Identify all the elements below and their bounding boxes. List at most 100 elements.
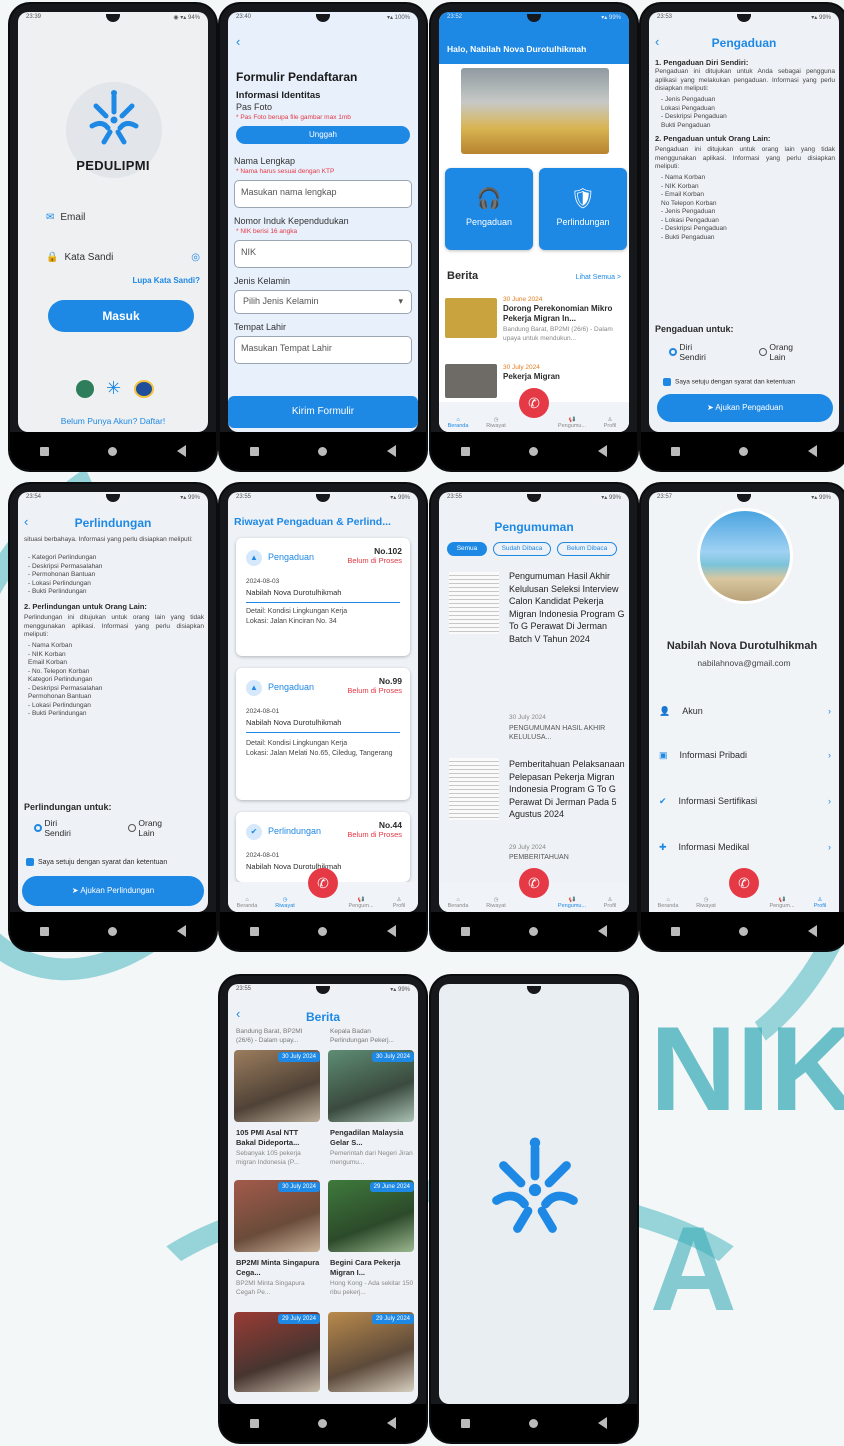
radio-other[interactable]: Orang Lain (759, 342, 829, 362)
emergency-call-button[interactable]: ✆ (308, 868, 338, 898)
nav-home[interactable]: ⌂ Beranda (653, 897, 683, 909)
mail-icon: ✉ (46, 212, 55, 223)
list-item[interactable]: Pengumuman Hasil Akhir Kelulusan Seleksi… (445, 564, 625, 744)
tab-all[interactable]: Semua (447, 542, 487, 556)
nav-profile[interactable]: ♙ Profil (595, 897, 625, 909)
status-badge: Belum di Proses (347, 686, 402, 695)
menu-medical[interactable]: ✚ Informasi Medikal › (659, 842, 833, 862)
login-button[interactable]: Masuk (48, 300, 194, 332)
news-card[interactable]: 30 July 2024 BP2MI Minta Singapura Cega.… (234, 1180, 320, 1304)
name-label: Nama Lengkap (234, 156, 296, 166)
radio-self[interactable]: Diri Sendiri (669, 342, 739, 362)
phone-icon: ✆ (317, 875, 329, 891)
nav-announcement[interactable]: 📢 Pengumu... (557, 417, 587, 429)
birthplace-input[interactable]: Masukan Tempat Lahir (234, 336, 412, 364)
for-label: Pengaduan untuk: (655, 324, 734, 334)
news-item[interactable]: 30 June 2024 Dorong Perekonomian Mikro P… (445, 292, 625, 354)
history-card[interactable]: ▲ Pengaduan No.99 Belum di Proses 2024-0… (236, 668, 410, 800)
section-1-text: Pengaduan ini ditujukan untuk Anda sebag… (655, 68, 835, 92)
nav-announcement[interactable]: 📢 Pengumu... (557, 897, 587, 909)
news-card[interactable]: 29 July 2024 (328, 1312, 414, 1392)
shield-check-icon: ✔ (246, 824, 262, 840)
phone-complaint: 23:53 ▾▴ 99% ‹ Pengaduan 1. Pengaduan Dir… (641, 4, 844, 470)
forgot-password-link[interactable]: Lupa Kata Sandi? (132, 276, 200, 285)
status-time: 23:40 (236, 14, 252, 20)
send-icon: ➤ (706, 403, 714, 412)
status-time: 23:53 (657, 14, 673, 20)
radio-unselected-icon (128, 824, 136, 832)
submit-protection-button[interactable]: ➤ Ajukan Perlindungan (22, 876, 204, 906)
greeting-text: Halo, Nabilah Nova Durotulhikmah (447, 44, 587, 54)
nav-home[interactable]: ⌂ Beranda (443, 417, 473, 429)
news-card[interactable]: 29 July 2024 (234, 1312, 320, 1392)
submit-complaint-button[interactable]: ➤ Ajukan Pengaduan (657, 394, 833, 422)
menu-personal-info[interactable]: ▣ Informasi Pribadi › (659, 750, 833, 770)
nav-profile[interactable]: ♙ Profil (595, 417, 625, 429)
emergency-call-button[interactable]: ✆ (519, 868, 549, 898)
status-time: 23:54 (26, 494, 42, 500)
intro-text: situasi berbahaya. Informasi yang perlu … (24, 536, 193, 543)
name-input[interactable]: Masukan nama lengkap (234, 180, 412, 208)
radio-self[interactable]: Diri Sendiri (34, 818, 114, 838)
agree-checkbox[interactable]: Saya setuju dengan syarat dan ketentuan (26, 858, 167, 866)
news-card[interactable]: 29 June 2024 Begini Cara Pekerja Migran … (328, 1180, 414, 1304)
checkbox-checked-icon (663, 378, 671, 386)
gender-label: Jenis Kelamin (234, 276, 291, 286)
watermark-text-2: A (650, 1202, 737, 1336)
menu-account[interactable]: 👤 Akun › (659, 706, 833, 726)
tab-read[interactable]: Sudah Dibaca (493, 542, 551, 556)
upload-button[interactable]: Unggah (236, 126, 410, 144)
shield-icon: 🛡 (570, 188, 596, 210)
page-title: Pengaduan (711, 36, 777, 50)
avatar[interactable] (697, 508, 793, 604)
nav-profile[interactable]: ♙ Profil (384, 897, 414, 909)
nik-input[interactable]: NIK (234, 240, 412, 268)
list-item[interactable]: Pemberitahuan Pelaksanaan Pelepasan Peke… (445, 754, 625, 880)
email-field[interactable]: ✉ Email (46, 212, 196, 230)
page-title: Riwayat Pengaduan & Perlind... (234, 516, 391, 528)
profile-email: nabilahnova@gmail.com (697, 658, 791, 668)
section-1-list: - Jenis Pengaduan Lokasi Pengaduan - Deskr… (661, 96, 727, 129)
nav-history[interactable]: ◷ Riwayat (691, 897, 721, 909)
register-link[interactable]: Belum Punya Akun? Daftar! (18, 416, 208, 426)
nav-profile[interactable]: ♙ Profil (805, 897, 835, 909)
eye-slash-icon[interactable]: ◎ (191, 252, 200, 263)
checkbox-checked-icon (26, 858, 34, 866)
section-2-list: - Nama Korban - NIK Korban Email Korban - N… (28, 642, 103, 717)
history-card[interactable]: ▲ Pengaduan No.102 Belum di Proses 2024-… (236, 538, 410, 656)
tab-unread[interactable]: Belum Dibaca (557, 542, 617, 556)
pedulipmi-logo-icon (89, 90, 139, 145)
phone-home: 23:52 ▾▴ 99% Halo, Nabilah Nova Durotulhi… (431, 4, 637, 470)
nav-home[interactable]: ⌂ Beranda (232, 897, 262, 909)
protection-screen: 23:54 ▾▴ 99% ‹ Perlindungan situasi berba… (18, 492, 208, 912)
news-section-title: Berita (447, 270, 479, 282)
news-card[interactable]: 30 July 2024 Pengadilan Malaysia Gelar S… (328, 1050, 414, 1174)
submit-form-button[interactable]: Kirim Formulir (228, 396, 418, 428)
status-time: 23:55 (447, 494, 463, 500)
phone-history: 23:55 ▾▴ 99% Riwayat Pengaduan & Perlind.… (220, 484, 426, 950)
send-icon: ➤ (71, 886, 79, 895)
name-hint: * Nama harus sesuai dengan KTP (236, 168, 335, 175)
menu-certification[interactable]: ✔ Informasi Sertifikasi › (659, 796, 833, 816)
back-arrow-icon[interactable]: ‹ (236, 34, 240, 49)
news-card[interactable]: 30 July 2024 105 PMI Asal NTT Bakal Dide… (234, 1050, 320, 1174)
nav-history[interactable]: ◷ Riwayat (270, 897, 300, 909)
agree-checkbox[interactable]: Saya setuju dengan syarat dan ketentuan (663, 378, 795, 386)
emergency-call-button[interactable]: ✆ (729, 868, 759, 898)
complaint-menu-card[interactable]: 🎧 Pengaduan (445, 168, 533, 250)
nav-history[interactable]: ◷ Riwayat (481, 417, 511, 429)
section-1-list: - Kategori Perlindungan - Deskripsi Perma… (28, 554, 103, 595)
nav-announcement[interactable]: 📢 Pengum... (346, 897, 376, 909)
see-all-link[interactable]: Lihat Semua > (576, 274, 621, 281)
section-2-title: 2. Perlindungan untuk Orang Lain: (24, 602, 147, 611)
protection-menu-card[interactable]: 🛡 Perlindungan (539, 168, 627, 250)
nav-announcement[interactable]: 📢 Pengum... (767, 897, 797, 909)
date-badge: 29 June 2024 (369, 1182, 414, 1192)
emergency-call-button[interactable]: ✆ (519, 388, 549, 418)
phone-register: 23:40 ▾▴ 100% ‹ Formulir Pendaftaran Info… (220, 4, 426, 470)
nav-history[interactable]: ◷ Riwayat (481, 897, 511, 909)
radio-other[interactable]: Orang Lain (128, 818, 200, 838)
password-field[interactable]: 🔒 Kata Sandi ◎ (46, 252, 206, 270)
nav-home[interactable]: ⌂ Beranda (443, 897, 473, 909)
gender-select[interactable]: Pilih Jenis Kelamin ▾ (234, 290, 412, 314)
